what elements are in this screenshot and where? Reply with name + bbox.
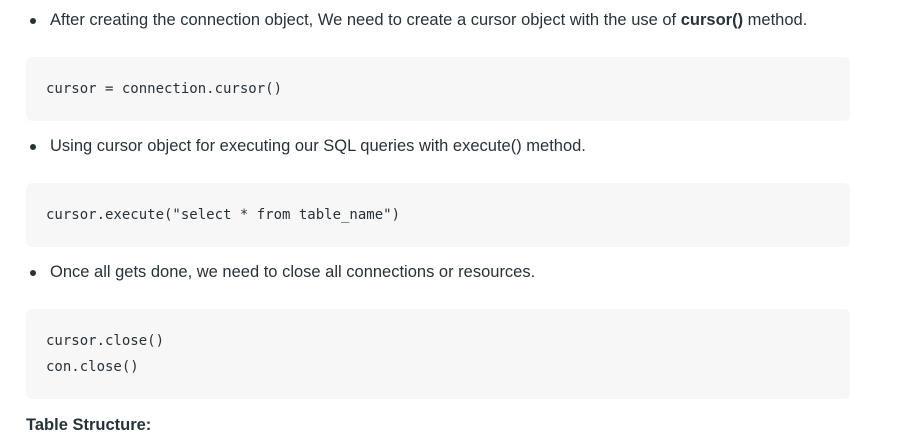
list-item-text: Using cursor object for executing our SQ… (50, 137, 586, 155)
list-item: Once all gets done, we need to close all… (26, 260, 886, 284)
bullet-icon (30, 270, 36, 276)
section-heading: Table Structure: (26, 416, 152, 434)
article-content: After creating the connection object, We… (0, 0, 915, 443)
code-line: cursor.close() (46, 333, 165, 349)
list-item-text-part: After creating the connection object, We… (50, 11, 681, 29)
code-line: con.close() (46, 359, 139, 375)
code-block: cursor.close() con.close() (26, 309, 850, 399)
bullet-icon (30, 144, 36, 150)
list-item-text: After creating the connection object, We… (50, 8, 807, 32)
bullet-icon (30, 18, 36, 24)
code-line: cursor = connection.cursor() (46, 81, 283, 97)
code-block: cursor = connection.cursor() (26, 57, 850, 121)
code-line: cursor.execute("select * from table_name… (46, 207, 401, 223)
list-item: Using cursor object for executing our SQ… (26, 134, 886, 158)
list-item-text-part: method. (743, 11, 808, 29)
list-item-text: Once all gets done, we need to close all… (50, 263, 536, 281)
inline-code-bold: cursor() (680, 11, 744, 29)
list-item: After creating the connection object, We… (26, 8, 886, 32)
code-block: cursor.execute("select * from table_name… (26, 183, 850, 247)
